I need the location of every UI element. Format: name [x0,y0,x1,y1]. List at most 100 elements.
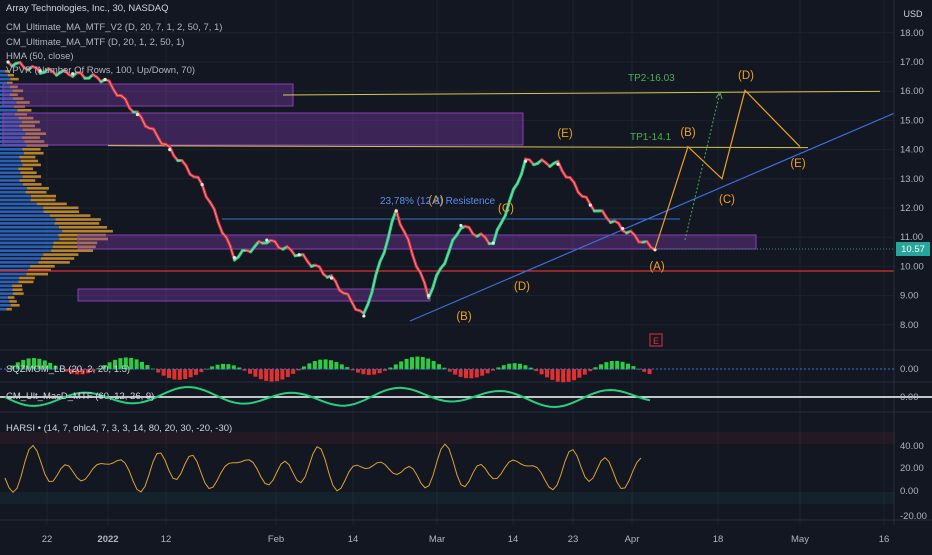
time-tick: Mar [429,534,445,545]
vpvr-bar-up [0,191,26,194]
sqzmom-label[interactable]: SQZMOM_LB (20, 2, 20, 1.5) [6,364,130,375]
sqzmom-bar [556,369,560,382]
price-point [621,227,624,230]
vpvr-bar-up [0,175,23,178]
time-tick: 23 [568,534,579,545]
price-tick: 10.00 [900,261,924,272]
wave-label: (B) [456,311,472,323]
indicator-label-2[interactable]: CM_Ultimate_MA_MTF (D, 20, 1, 2, 50, 1) [6,37,184,48]
vpvr-bar-down [50,214,91,217]
vpvr-bar-up [0,179,19,182]
vpvr-bar-down [11,304,20,307]
sqzmom-bar [291,369,295,374]
price-point [362,314,365,317]
indicator-label-1[interactable]: CM_Ultimate_MA_MTF_V2 (D, 20, 7, 1, 2, 5… [6,22,222,33]
vpvr-bar-up [0,109,17,112]
sqzmom-bar [486,369,490,373]
vpvr-bar-down [31,195,56,198]
indicator-label-3[interactable]: HMA (50, close) [6,51,74,62]
vpvr-bar-down [17,109,31,112]
sqzmom-bar [378,369,382,373]
sqzmom-bar [162,369,166,376]
vpvr-bar-down [21,160,38,163]
sqzmom-bar [550,369,554,380]
vpvr-bar-up [0,281,18,284]
price-tick: 18.00 [900,28,924,39]
time-tick: May [791,534,809,545]
vpvr-bar-down [26,273,48,276]
sqzmom-bar [459,369,463,377]
price-point [589,203,592,206]
vpvr-bar-up [0,203,37,206]
vpvr-bar-up [0,195,31,198]
harsi-label[interactable]: HARSI • (14, 7, ohlc4, 7, 3, 3, 14, 80, … [6,423,232,434]
price-point [556,163,559,166]
sqzmom-bar [248,369,252,374]
currency-label: USD [903,9,923,19]
price-tick: 11.00 [900,232,923,243]
vpvr-bar-up [0,288,12,291]
sqzmom-bar [480,369,484,376]
vpvr-bar-up [0,148,22,151]
vpvr-bar-down [10,78,18,81]
indicator-label-4[interactable]: VPVR (Number Of Rows, 100, Up/Down, 70) [6,65,195,76]
sqzmom-bar [318,360,322,370]
vpvr-bar-down [51,249,93,252]
tp1-label: TP1-14.1 [630,132,672,143]
sqzmom-bar [432,361,436,369]
vpvr-bar-up [0,214,50,217]
vpvr-bar-up [0,171,20,174]
vpvr-bar-down [43,253,78,256]
volume-zone [3,113,523,145]
vpvr-bar-down [12,285,22,288]
price-point [330,276,333,279]
vpvr-bar-up [0,187,27,190]
vpvr-bar-up [0,253,43,256]
vpvr-bar-down [22,148,40,151]
price-point [103,78,106,81]
vpvr-bar-down [24,152,44,155]
price-tick: 12.00 [900,203,924,214]
vpvr-bar-up [0,210,44,213]
sqzmom-bar [621,362,625,370]
vpvr-bar-down [19,277,35,280]
chart-canvas[interactable]: (A)(B)(C)(D)(E)(A)(B)(C)(D)(E)23,78% (12… [0,0,932,550]
vpvr-bar-up [0,238,59,241]
price-point [201,183,204,186]
vpvr-bar-down [18,281,33,284]
vpvr-bar-up [0,70,5,73]
sqzmom-bar [329,360,333,369]
vpvr-bar-down [23,175,41,178]
vpvr-bar-up [0,277,19,280]
sqzmom-bar [167,369,171,378]
vpvr-bar-up [0,234,58,237]
wave-label: (B) [680,127,696,139]
vpvr-bar-up [0,242,53,245]
vpvr-bar-down [56,218,101,221]
sqzmom-bar [410,357,414,369]
sqzmom-bar [356,369,360,373]
wave-label: (E) [557,128,573,140]
vpvr-bar-down [31,199,56,202]
sqzmom-bar [469,369,473,378]
time-tick: 22 [42,534,53,545]
price-point [298,253,301,256]
vpvr-bar-down [27,187,49,190]
vpvr-bar-down [22,164,40,167]
chart-background [0,0,932,550]
vpvr-bar-down [43,207,78,210]
sqzmom-bar [140,362,144,370]
time-tick: 16 [879,534,890,545]
sqzmom-bar [372,369,376,375]
vpvr-bar-up [0,246,53,249]
sqzmom-bar [545,369,549,377]
vpvr-bar-down [12,288,22,291]
vpvr-bar-down [38,261,69,264]
sqzmom-bar [313,361,317,369]
cm-macd-label[interactable]: CM_Ult_MacD_MTF (60, 12, 26, 9) [6,391,154,402]
symbol-title[interactable]: Array Technologies, Inc., 30, NASDAQ [6,3,168,14]
sqzmom-bar [405,359,409,370]
vpvr-bar-down [62,230,113,233]
vpvr-bar-up [0,296,8,299]
sqzmom-bar [367,369,371,375]
